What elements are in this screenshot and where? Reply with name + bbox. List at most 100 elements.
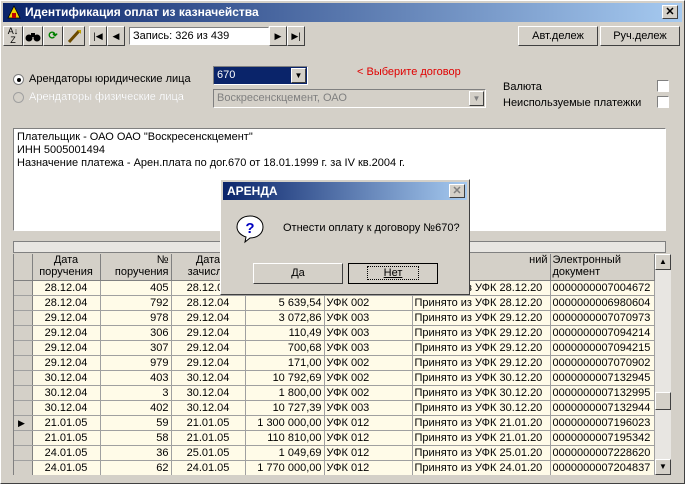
row-indicator[interactable]: ▶ bbox=[14, 415, 33, 431]
cell-order-date[interactable]: 29.12.04 bbox=[32, 310, 101, 326]
binoculars-icon[interactable] bbox=[23, 26, 43, 46]
cell-order-number[interactable]: 792 bbox=[100, 295, 172, 311]
cell-amount[interactable]: 10 727,39 bbox=[245, 400, 325, 416]
no-button[interactable]: Нет bbox=[348, 263, 438, 284]
cell-amount[interactable]: 5 639,54 bbox=[245, 295, 325, 311]
cell-edoc[interactable]: 0000000007228620 bbox=[550, 445, 655, 461]
cell-order-date[interactable]: 24.01.05 bbox=[32, 445, 101, 461]
cell-order-date[interactable]: 29.12.04 bbox=[32, 325, 101, 341]
cell-account[interactable]: УФК 003 bbox=[324, 325, 413, 341]
cell-edoc[interactable]: 0000000007195342 bbox=[550, 430, 655, 446]
radio-legal-entities[interactable] bbox=[13, 74, 24, 85]
cell-edoc[interactable]: 0000000007204837 bbox=[550, 460, 655, 475]
cell-order-date[interactable]: 28.12.04 bbox=[32, 295, 101, 311]
cell-amount[interactable]: 1 800,00 bbox=[245, 385, 325, 401]
row-indicator[interactable] bbox=[14, 340, 33, 356]
dialog-close-button[interactable]: ✕ bbox=[449, 184, 465, 198]
cell-edoc[interactable]: 0000000007094215 bbox=[550, 340, 655, 356]
cell-edoc[interactable]: 0000000007132995 bbox=[550, 385, 655, 401]
last-record-button[interactable]: ▶| bbox=[287, 26, 305, 46]
row-indicator[interactable] bbox=[14, 325, 33, 341]
cell-status[interactable]: Принято из УФК 29.12.20 bbox=[412, 310, 551, 326]
row-indicator[interactable] bbox=[14, 460, 33, 475]
cell-credit-date[interactable]: 29.12.04 bbox=[171, 325, 246, 341]
cell-credit-date[interactable]: 21.01.05 bbox=[171, 430, 246, 446]
cell-credit-date[interactable]: 25.01.05 bbox=[171, 445, 246, 461]
title-bar[interactable]: Идентификация оплат из казначейства ✕ bbox=[3, 3, 682, 22]
brush-icon[interactable] bbox=[63, 26, 85, 46]
cell-order-date[interactable]: 24.01.05 bbox=[32, 460, 101, 475]
dialog-title-bar[interactable]: АРЕНДА ✕ bbox=[223, 182, 467, 200]
cell-order-number[interactable]: 307 bbox=[100, 340, 172, 356]
cell-account[interactable]: УФК 003 bbox=[324, 310, 413, 326]
row-indicator[interactable] bbox=[14, 400, 33, 416]
row-indicator[interactable] bbox=[14, 430, 33, 446]
cell-order-date[interactable]: 29.12.04 bbox=[32, 355, 101, 371]
cell-credit-date[interactable]: 24.01.05 bbox=[171, 460, 246, 475]
cell-order-number[interactable]: 978 bbox=[100, 310, 172, 326]
table-row[interactable]: 28.12.04 792 28.12.04 5 639,54 УФК 002 Принят… bbox=[14, 295, 655, 311]
cell-edoc[interactable]: 0000000007070973 bbox=[550, 310, 655, 326]
cell-order-number[interactable]: 403 bbox=[100, 370, 172, 386]
cell-credit-date[interactable]: 30.12.04 bbox=[171, 385, 246, 401]
cell-credit-date[interactable]: 29.12.04 bbox=[171, 310, 246, 326]
cell-status[interactable]: Принято из УФК 30.12.20 bbox=[412, 385, 551, 401]
cell-edoc[interactable]: 0000000007196023 bbox=[550, 415, 655, 431]
prev-record-button[interactable]: ◀ bbox=[107, 26, 125, 46]
row-indicator[interactable] bbox=[14, 295, 33, 311]
cell-status[interactable]: Принято из УФК 29.12.20 bbox=[412, 340, 551, 356]
scroll-thumb[interactable] bbox=[655, 392, 671, 410]
cell-order-date[interactable]: 30.12.04 bbox=[32, 370, 101, 386]
cell-edoc[interactable]: 0000000007132945 bbox=[550, 370, 655, 386]
col-header-edoc[interactable]: Электронный документ bbox=[550, 254, 655, 281]
chevron-down-icon[interactable]: ▼ bbox=[291, 68, 306, 83]
cell-credit-date[interactable]: 21.01.05 bbox=[171, 415, 246, 431]
col-header-order-number[interactable]: № поручения bbox=[100, 254, 172, 281]
radio-individuals[interactable] bbox=[13, 92, 24, 103]
cell-order-date[interactable]: 21.01.05 bbox=[32, 430, 101, 446]
cell-order-date[interactable]: 28.12.04 bbox=[32, 280, 101, 296]
row-indicator[interactable] bbox=[14, 385, 33, 401]
cell-order-number[interactable]: 405 bbox=[100, 280, 172, 296]
cell-order-number[interactable]: 58 bbox=[100, 430, 172, 446]
cell-edoc[interactable]: 0000000007132944 bbox=[550, 400, 655, 416]
cell-order-date[interactable]: 21.01.05 bbox=[32, 415, 101, 431]
cell-order-date[interactable]: 30.12.04 bbox=[32, 400, 101, 416]
unused-payments-checkbox[interactable] bbox=[657, 96, 669, 108]
cell-status[interactable]: Принято из УФК 24.01.20 bbox=[412, 460, 551, 475]
manual-split-button[interactable]: Руч.дележ bbox=[600, 26, 680, 46]
row-indicator[interactable] bbox=[14, 370, 33, 386]
cell-account[interactable]: УФК 012 bbox=[324, 415, 413, 431]
contract-select[interactable]: 670 ▼ bbox=[213, 66, 308, 85]
table-row[interactable]: 21.01.05 58 21.01.05 110 810,00 УФК 012 Приня… bbox=[14, 430, 655, 446]
cell-credit-date[interactable]: 29.12.04 bbox=[171, 355, 246, 371]
table-row[interactable]: 29.12.04 307 29.12.04 700,68 УФК 003 Принято … bbox=[14, 340, 655, 356]
cell-amount[interactable]: 1 300 000,00 bbox=[245, 415, 325, 431]
cell-edoc[interactable]: 0000000007094214 bbox=[550, 325, 655, 341]
table-row[interactable]: 29.12.04 978 29.12.04 3 072,86 УФК 003 Принят… bbox=[14, 310, 655, 326]
cell-order-number[interactable]: 306 bbox=[100, 325, 172, 341]
cell-order-number[interactable]: 402 bbox=[100, 400, 172, 416]
cell-account[interactable]: УФК 012 bbox=[324, 445, 413, 461]
cell-status[interactable]: Принято из УФК 21.01.20 bbox=[412, 430, 551, 446]
row-indicator[interactable] bbox=[14, 310, 33, 326]
cell-status[interactable]: Принято из УФК 30.12.20 bbox=[412, 370, 551, 386]
cell-account[interactable]: УФК 012 bbox=[324, 430, 413, 446]
col-header-order-date[interactable]: Дата поручения bbox=[32, 254, 101, 281]
cell-amount[interactable]: 10 792,69 bbox=[245, 370, 325, 386]
sort-icon[interactable]: A↓ Z bbox=[3, 26, 23, 46]
cell-credit-date[interactable]: 30.12.04 bbox=[171, 370, 246, 386]
row-indicator[interactable] bbox=[14, 280, 33, 296]
cell-edoc[interactable]: 0000000007070902 bbox=[550, 355, 655, 371]
cell-status[interactable]: Принято из УФК 25.01.20 bbox=[412, 445, 551, 461]
row-indicator[interactable] bbox=[14, 445, 33, 461]
table-row[interactable]: 24.01.05 36 25.01.05 1 049,69 УФК 012 Принято… bbox=[14, 445, 655, 461]
table-row[interactable]: ▶ 21.01.05 59 21.01.05 1 300 000,00 УФК 012 Пр… bbox=[14, 415, 655, 431]
cell-edoc[interactable]: 0000000007004672 bbox=[550, 280, 655, 296]
cell-order-date[interactable]: 30.12.04 bbox=[32, 385, 101, 401]
cell-amount[interactable]: 1 770 000,00 bbox=[245, 460, 325, 475]
cell-amount[interactable]: 171,00 bbox=[245, 355, 325, 371]
refresh-icon[interactable]: ⟳ bbox=[43, 26, 63, 46]
cell-status[interactable]: Принято из УФК 28.12.20 bbox=[412, 295, 551, 311]
cell-account[interactable]: УФК 002 bbox=[324, 370, 413, 386]
